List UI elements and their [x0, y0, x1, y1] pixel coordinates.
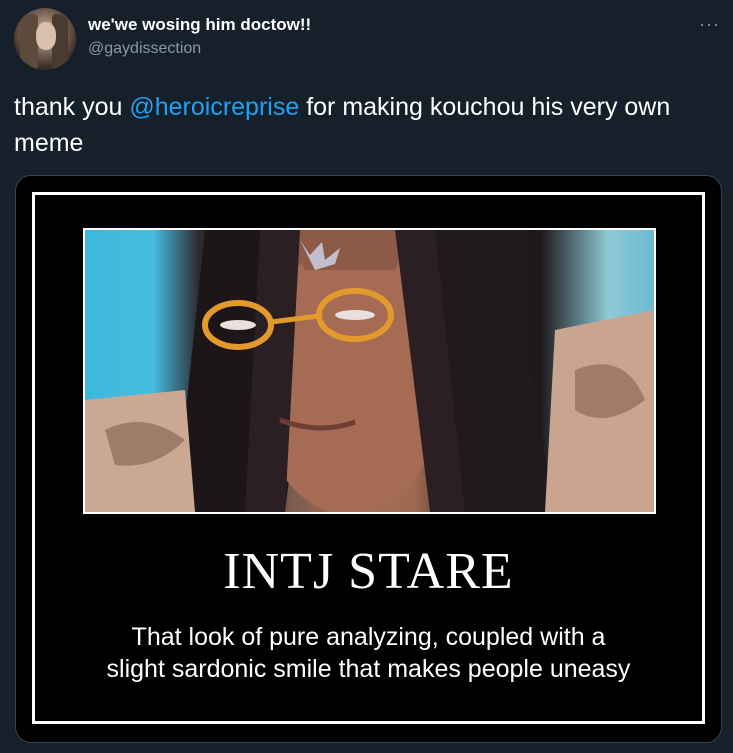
meme-caption-line-2: slight sardonic smile that makes people … [106, 655, 631, 683]
tweet-card: we'we wosing him doctow!! @gaydissection… [0, 0, 733, 753]
meme-caption-line-1: That look of pure analyzing, coupled wit… [131, 623, 606, 651]
mention-link[interactable]: @heroicreprise [129, 93, 299, 121]
avatar-face [36, 22, 56, 50]
meme-image [83, 228, 656, 514]
meme-title: INTJ STARE [223, 543, 514, 600]
meme-image-illustration [85, 230, 654, 512]
avatar-hair-left [20, 14, 38, 70]
tweet-text: thank you @heroicreprise for making kouc… [14, 89, 719, 161]
ellipsis-icon[interactable]: ··· [699, 14, 723, 34]
meme-caption: That look of pure analyzing, coupled wit… [32, 621, 705, 685]
author-handle[interactable]: @gaydissection [88, 40, 201, 58]
tweet-media[interactable]: INTJ STARE That look of pure analyzing, … [15, 175, 722, 743]
author-display-name[interactable]: we'we wosing him doctow!! [88, 15, 311, 35]
tweet-text-before: thank you [14, 93, 130, 121]
avatar[interactable] [14, 8, 76, 70]
